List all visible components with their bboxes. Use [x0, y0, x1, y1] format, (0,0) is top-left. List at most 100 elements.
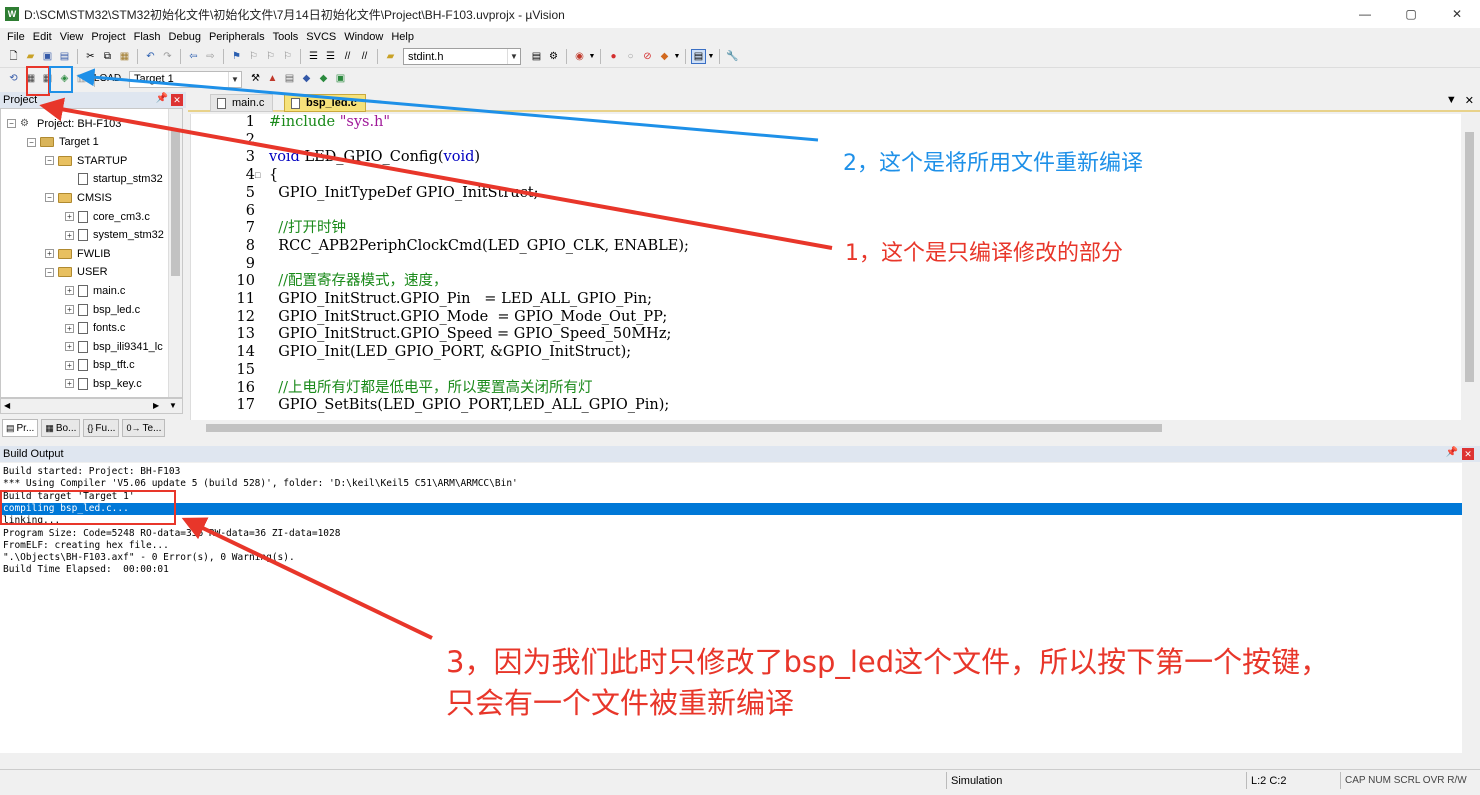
expand-icon[interactable]: +: [45, 249, 54, 259]
menu-svcs[interactable]: SVCS: [302, 31, 340, 43]
expand-icon[interactable]: +: [65, 286, 74, 296]
new-file-icon[interactable]: 🗋: [6, 49, 21, 64]
configure-icon[interactable]: 🔧: [725, 49, 740, 64]
comment-icon[interactable]: //: [340, 49, 355, 64]
menu-tools[interactable]: Tools: [269, 31, 303, 43]
build-output-line[interactable]: FromELF: creating hex file...: [3, 540, 169, 552]
pin-icon[interactable]: 📌: [1446, 447, 1458, 458]
collapse-icon[interactable]: −: [27, 137, 36, 147]
tree-item[interactable]: + fonts.c: [65, 320, 125, 337]
incremental-find-icon[interactable]: ▤: [529, 49, 544, 64]
uncomment-icon[interactable]: //: [357, 49, 372, 64]
redo-icon[interactable]: ↷: [160, 49, 175, 64]
scrollbar-thumb[interactable]: [206, 424, 1162, 432]
project-tree-hscrollbar[interactable]: ◀ ▶ ▼: [0, 398, 183, 414]
stop-build-icon[interactable]: ▥: [74, 72, 89, 87]
project-tree-scrollbar[interactable]: [168, 109, 182, 397]
project-panel-tab[interactable]: {} Fu...: [83, 419, 120, 437]
code-line[interactable]: GPIO_InitStruct.GPIO_Mode = GPIO_Mode_Ou…: [269, 309, 667, 327]
chevron-down-icon[interactable]: ▼: [169, 401, 177, 410]
select-packs-icon[interactable]: ◆: [299, 72, 314, 87]
unindent-icon[interactable]: ☰: [323, 49, 338, 64]
paste-icon[interactable]: ▦: [117, 49, 132, 64]
menu-window[interactable]: Window: [340, 31, 387, 43]
tree-item[interactable]: + system_stm32: [65, 227, 164, 244]
tree-item[interactable]: + bsp_led.c: [65, 301, 140, 318]
menu-project[interactable]: Project: [87, 31, 129, 43]
expand-icon[interactable]: +: [65, 342, 74, 352]
menu-view[interactable]: View: [56, 31, 88, 43]
collapse-icon[interactable]: −: [45, 267, 54, 277]
editor-hscrollbar[interactable]: [190, 420, 1478, 436]
tree-item[interactable]: + main.c: [65, 282, 125, 299]
tree-item[interactable]: + bsp_key.c: [65, 375, 142, 392]
code-line[interactable]: {: [269, 167, 278, 185]
project-panel-tab[interactable]: ▦ Bo...: [41, 419, 81, 437]
find-icon[interactable]: ⚙: [546, 49, 561, 64]
breakpoint-kill-icon[interactable]: ⊘: [640, 49, 655, 64]
close-tab-icon[interactable]: ✕: [1465, 94, 1474, 107]
find-in-files-icon[interactable]: ▰: [383, 49, 398, 64]
code-line[interactable]: //配置寄存器模式，速度，: [269, 273, 447, 291]
nav-forward-icon[interactable]: ⇨: [203, 49, 218, 64]
project-panel-tab[interactable]: 0→ Te...: [122, 419, 166, 437]
undo-icon[interactable]: ↶: [143, 49, 158, 64]
code-line[interactable]: #include "sys.h": [269, 114, 390, 132]
chevron-down-icon[interactable]: ▼: [674, 49, 681, 64]
close-button[interactable]: ✕: [1434, 0, 1480, 28]
target-select[interactable]: Target 1 ▼: [129, 70, 242, 88]
debug-zoom-icon[interactable]: ◉: [572, 49, 587, 64]
code-line[interactable]: //上电所有灯都是低电平，所以要置高关闭所有灯: [269, 380, 592, 398]
menu-debug[interactable]: Debug: [165, 31, 205, 43]
build-output-line[interactable]: Build Time Elapsed: 00:00:01: [3, 564, 169, 576]
nav-back-icon[interactable]: ⇦: [186, 49, 201, 64]
chevron-down-icon[interactable]: ▼: [507, 49, 520, 64]
save-icon[interactable]: ▣: [40, 49, 55, 64]
code-editor[interactable]: 1 2 3 4 □ 5 6 7 8 9 10 11 12 13 14 15 16 17 #include "sys…: [190, 114, 1478, 420]
fold-marker-icon[interactable]: □: [255, 171, 265, 181]
tree-item[interactable]: − Target 1: [27, 134, 99, 151]
file-extensions-icon[interactable]: ▲: [265, 72, 280, 87]
menu-peripherals[interactable]: Peripherals: [205, 31, 269, 43]
menu-flash[interactable]: Flash: [130, 31, 165, 43]
tree-item[interactable]: + core_cm3.c: [65, 208, 150, 225]
build-output-line[interactable]: compiling bsp_led.c...: [0, 502, 1462, 516]
build-output-line[interactable]: ".\Objects\BH-F103.axf" - 0 Error(s), 0 …: [3, 552, 295, 564]
build-output-vscrollbar[interactable]: [1462, 463, 1480, 753]
expand-icon[interactable]: +: [65, 360, 74, 370]
run-time-env-icon[interactable]: ▣: [333, 72, 348, 87]
cut-icon[interactable]: ✂: [83, 49, 98, 64]
indent-icon[interactable]: ☰: [306, 49, 321, 64]
close-icon[interactable]: ✕: [171, 94, 183, 106]
editor-vscrollbar[interactable]: [1461, 114, 1478, 420]
bookmark-next-icon[interactable]: ⚐: [263, 49, 278, 64]
scrollbar-thumb[interactable]: [171, 131, 180, 276]
maximize-button[interactable]: ▢: [1388, 0, 1434, 28]
close-icon[interactable]: ✕: [1462, 448, 1474, 460]
code-line[interactable]: //打开时钟: [269, 220, 346, 238]
code-line[interactable]: RCC_APB2PeriphClockCmd(LED_GPIO_CLK, ENA…: [269, 238, 689, 256]
collapse-icon[interactable]: −: [7, 119, 16, 128]
menu-edit[interactable]: Edit: [29, 31, 56, 43]
open-file-icon[interactable]: ▰: [23, 49, 38, 64]
build-output-hscrollbar[interactable]: [0, 753, 1462, 767]
target-options-icon[interactable]: ⚒: [248, 72, 263, 87]
code-line[interactable]: GPIO_Init(LED_GPIO_PORT, &GPIO_InitStruc…: [269, 344, 631, 362]
menu-help[interactable]: Help: [387, 31, 418, 43]
code-line[interactable]: GPIO_InitStruct.GPIO_Pin = LED_ALL_GPIO_…: [269, 291, 652, 309]
project-panel-tab[interactable]: ▤ Pr...: [2, 419, 39, 437]
save-all-icon[interactable]: ▤: [57, 49, 72, 64]
pack-installer-icon[interactable]: ◆: [316, 72, 331, 87]
tree-item[interactable]: − USER: [45, 264, 108, 281]
expand-icon[interactable]: +: [65, 379, 74, 389]
build-output-line[interactable]: *** Using Compiler 'V5.06 update 5 (buil…: [3, 478, 518, 490]
code-line[interactable]: void LED_GPIO_Config(void): [269, 149, 480, 167]
pin-icon[interactable]: 📌: [156, 93, 168, 104]
tab-list-icon[interactable]: ▼: [1446, 94, 1457, 107]
tree-item[interactable]: − CMSIS: [45, 189, 112, 206]
chevron-down-icon[interactable]: ▼: [708, 49, 715, 64]
scroll-right-icon[interactable]: ▶: [153, 401, 159, 410]
breakpoint-disable-icon[interactable]: ○: [623, 49, 638, 64]
collapse-icon[interactable]: −: [45, 193, 54, 203]
translate-icon[interactable]: ⟲: [6, 72, 21, 87]
